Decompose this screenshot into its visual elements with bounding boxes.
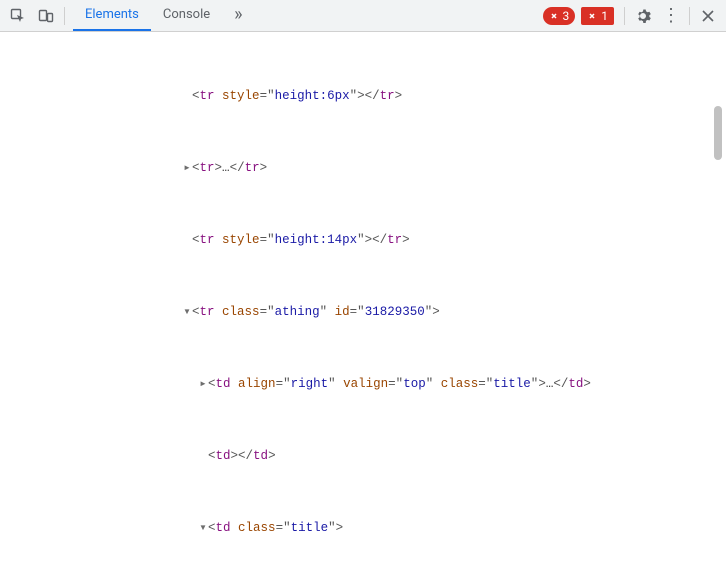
kebab-icon[interactable]: ⋮	[657, 2, 685, 30]
error-count: 3	[563, 7, 570, 25]
tab-overflow[interactable]: »	[222, 0, 254, 31]
separator	[624, 7, 625, 25]
gear-icon[interactable]	[629, 2, 657, 30]
separator	[64, 7, 65, 25]
twisty-none	[198, 444, 208, 468]
dom-node[interactable]: <tr style="height:14px"></tr>	[0, 228, 726, 252]
twisty-expanded-icon[interactable]: ▾	[198, 516, 208, 540]
twisty-none	[182, 84, 192, 108]
twisty-collapsed-icon[interactable]: ▸	[198, 372, 208, 396]
device-toggle-icon[interactable]	[32, 2, 60, 30]
twisty-collapsed-icon[interactable]: ▸	[182, 156, 192, 180]
dom-tree[interactable]: <tr style="height:6px"></tr> ▸<tr>…</tr>…	[0, 32, 726, 583]
ext-error-count: 1	[601, 7, 608, 25]
devtools-toolbar: Elements Console » 3 1 ⋮	[0, 0, 726, 32]
tab-elements[interactable]: Elements	[73, 0, 151, 31]
dom-node[interactable]: ▾<tr class="athing" id="31829350">	[0, 300, 726, 324]
dom-node[interactable]: ▸<td align="right" valign="top" class="t…	[0, 372, 726, 396]
elements-panel: <tr style="height:6px"></tr> ▸<tr>…</tr>…	[0, 32, 726, 583]
dom-node[interactable]: <tr style="height:6px"></tr>	[0, 84, 726, 108]
extension-error-badge[interactable]: 1	[581, 7, 614, 25]
tab-console[interactable]: Console	[151, 0, 222, 31]
dom-node[interactable]: <td></td>	[0, 444, 726, 468]
close-icon[interactable]	[694, 2, 722, 30]
twisty-expanded-icon[interactable]: ▾	[182, 300, 192, 324]
separator	[689, 7, 690, 25]
dom-node[interactable]: ▾<td class="title">	[0, 516, 726, 540]
panel-tabs: Elements Console »	[73, 0, 255, 31]
dom-node[interactable]: ▸<tr>…</tr>	[0, 156, 726, 180]
twisty-none	[182, 228, 192, 252]
vertical-scrollbar[interactable]	[712, 34, 724, 581]
error-badge[interactable]: 3	[543, 7, 576, 25]
inspect-icon[interactable]	[4, 2, 32, 30]
scrollbar-thumb[interactable]	[714, 106, 722, 160]
